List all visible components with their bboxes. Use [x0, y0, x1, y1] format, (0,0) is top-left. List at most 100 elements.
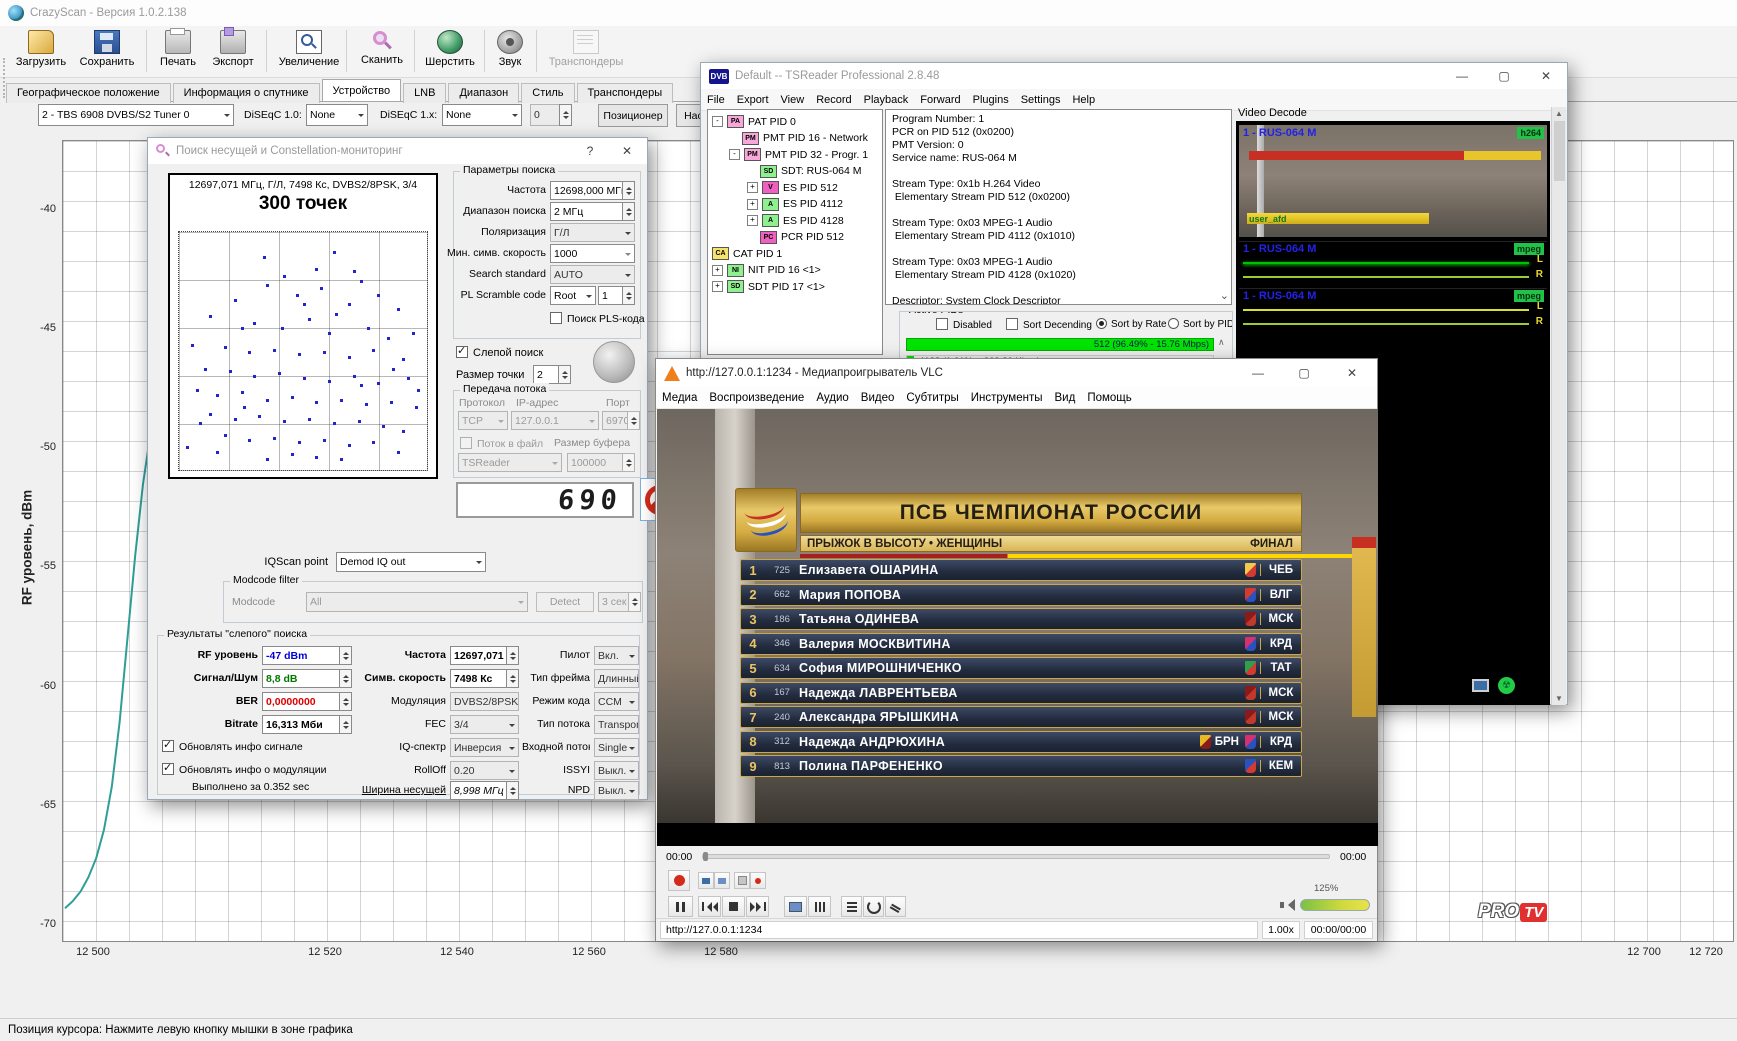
- tab-satellite-info[interactable]: Информация о спутнике: [173, 83, 320, 103]
- tree-item-pmt16[interactable]: PMPMT PID 16 - Network: [742, 131, 868, 146]
- menu-forward[interactable]: Forward: [914, 92, 966, 108]
- tuner-select[interactable]: 2 - TBS 6908 DVBS/S2 Tuner 0: [38, 104, 234, 126]
- vlc-video-area[interactable]: ПСБ ЧЕМПИОНАТ РОССИИ ПРЫЖОК В ВЫСОТУ • Ж…: [657, 409, 1378, 846]
- position-spinner[interactable]: [559, 104, 572, 126]
- polarization-select[interactable]: Г/Л: [550, 223, 635, 242]
- sound-button[interactable]: Звук: [490, 26, 530, 80]
- rf-level-input[interactable]: -47 dBm: [262, 646, 340, 665]
- search-standard-select[interactable]: AUTO: [550, 265, 635, 284]
- video-thumbnail[interactable]: 1 - RUS-064 M h264 user_afd: [1239, 125, 1547, 237]
- consumer-select[interactable]: TSReader: [458, 453, 562, 472]
- save-button[interactable]: Сохранить: [74, 26, 140, 80]
- snr-input[interactable]: 8,8 dB: [262, 669, 340, 688]
- port-input[interactable]: 6970: [602, 411, 628, 430]
- tree-item-es4112[interactable]: +AES PID 4112: [747, 197, 843, 212]
- previous-button[interactable]: [698, 896, 721, 917]
- tsreader-close-button[interactable]: ✕: [1525, 63, 1567, 89]
- snapshot-button[interactable]: [698, 872, 714, 889]
- ip-select[interactable]: 127.0.0.1: [511, 411, 599, 430]
- diseqc10-select[interactable]: None: [306, 104, 368, 126]
- input-stream-select[interactable]: Single: [594, 738, 639, 757]
- update-signal-checkbox[interactable]: Обновлять инфо сигнале: [162, 740, 303, 753]
- tab-range[interactable]: Диапазон: [448, 83, 519, 103]
- print-button[interactable]: Печать: [152, 26, 204, 80]
- search-range-input[interactable]: 2 МГц: [550, 202, 623, 221]
- stream-record-button[interactable]: [750, 872, 766, 889]
- tab-lnb[interactable]: LNB: [403, 83, 446, 103]
- pls-search-checkbox[interactable]: Поиск PLS-кода: [550, 312, 645, 325]
- position-input[interactable]: 0: [530, 104, 560, 126]
- stop-button[interactable]: [722, 896, 745, 917]
- menu-record[interactable]: Record: [810, 92, 857, 108]
- seek-slider[interactable]: [702, 854, 1330, 859]
- issyi-select[interactable]: Выкл.: [594, 761, 639, 780]
- modcode-select[interactable]: All: [306, 592, 528, 612]
- tree-item-es512[interactable]: +VES PID 512: [747, 180, 838, 195]
- pls-index-input[interactable]: 1: [598, 286, 623, 305]
- menu-subtitles[interactable]: Субтитры: [900, 390, 964, 406]
- menu-settings[interactable]: Settings: [1015, 92, 1067, 108]
- ber-input[interactable]: 0,0000000: [262, 692, 340, 711]
- fullscreen-button[interactable]: [784, 896, 807, 917]
- menu-export[interactable]: Export: [731, 92, 775, 108]
- tree-item-pmt32[interactable]: -PMPMT PID 32 - Progr. 1: [729, 147, 868, 162]
- update-modulation-checkbox[interactable]: Обновлять инфо о модуляции: [162, 763, 327, 776]
- menu-tools[interactable]: Инструменты: [965, 390, 1049, 406]
- scan-button[interactable]: Сканить: [354, 26, 410, 80]
- playlist-button[interactable]: [841, 896, 862, 917]
- iq-spectrum-select[interactable]: Инверсия: [450, 738, 519, 757]
- audio-thumbnail-1[interactable]: 1 - RUS-064 M mpeg L R: [1239, 241, 1547, 285]
- next-button[interactable]: [746, 896, 769, 917]
- pilot-select[interactable]: Вкл.: [594, 646, 639, 665]
- vlc-minimize-button[interactable]: —: [1235, 359, 1281, 387]
- menu-view[interactable]: View: [775, 92, 811, 108]
- positioner-button[interactable]: Позиционер: [598, 104, 668, 127]
- load-button[interactable]: Загрузить: [10, 26, 72, 80]
- carrier-width-link[interactable]: Ширина несущей: [354, 784, 446, 796]
- vlc-close-button[interactable]: ✕: [1327, 359, 1377, 387]
- bitrate-input[interactable]: 16,313 Мби: [262, 715, 340, 734]
- vlc-maximize-button[interactable]: ▢: [1281, 359, 1327, 387]
- menu-help[interactable]: Help: [1066, 92, 1101, 108]
- modulation-select[interactable]: DVBS2/8PSK: [450, 692, 519, 711]
- menu-media[interactable]: Медиа: [656, 390, 703, 406]
- audio-thumbnail-2[interactable]: 1 - RUS-064 M mpeg L R: [1239, 288, 1547, 332]
- dialog-close-button[interactable]: ✕: [607, 138, 647, 164]
- dot-size-input[interactable]: 2: [533, 365, 559, 384]
- protocol-select[interactable]: TCP: [458, 411, 508, 430]
- dialog-help-button[interactable]: ?: [573, 138, 607, 164]
- zoom-button[interactable]: Увеличение: [276, 26, 342, 80]
- playback-rate[interactable]: 1.00x: [1262, 921, 1300, 939]
- tree-item-es4128[interactable]: +AES PID 4128: [747, 213, 844, 228]
- stream-type-select[interactable]: Transport: [594, 715, 639, 734]
- frequency-input[interactable]: 12698,000 МГц: [550, 181, 623, 200]
- extended-settings-button[interactable]: [808, 896, 831, 917]
- video-decode-scrollbar[interactable]: ▲ ▼: [1551, 107, 1566, 705]
- record-button[interactable]: [668, 870, 690, 891]
- sort-by-rate-radio[interactable]: Sort by Rate: [1096, 318, 1167, 330]
- disabled-checkbox[interactable]: Disabled: [936, 318, 992, 331]
- scroll-down-chevron-icon[interactable]: ⌄: [1220, 289, 1229, 302]
- detect-interval-input[interactable]: 3 сек: [598, 592, 629, 612]
- menu-playback[interactable]: Воспроизведение: [703, 390, 810, 406]
- frame-step-button[interactable]: [734, 872, 750, 889]
- pl-scramble-select[interactable]: Root: [550, 286, 596, 305]
- buffer-size-input[interactable]: 100000: [567, 453, 623, 472]
- rolloff-select[interactable]: 0.20: [450, 761, 519, 780]
- carrier-width-input[interactable]: 8,998 МГц: [450, 781, 507, 800]
- blind-search-checkbox[interactable]: Слепой поиск: [456, 346, 543, 359]
- menu-file[interactable]: File: [701, 92, 731, 108]
- tab-style[interactable]: Стиль: [521, 83, 574, 103]
- pause-button[interactable]: [668, 896, 693, 917]
- tree-item-cat[interactable]: CACAT PID 1: [712, 246, 782, 261]
- code-mode-select[interactable]: CCM: [594, 692, 639, 711]
- sort-descending-checkbox[interactable]: Sort Decending: [1006, 318, 1092, 331]
- tree-item-sdt17[interactable]: +SDSDT PID 17 <1>: [712, 279, 825, 294]
- tree-item-sdt-service[interactable]: SDSDT: RUS-064 M: [760, 164, 862, 179]
- stream-to-file-checkbox[interactable]: Поток в файл: [460, 437, 543, 450]
- menu-view[interactable]: Вид: [1049, 390, 1082, 406]
- tree-item-pcr[interactable]: PCPCR PID 512: [760, 230, 844, 245]
- iqscan-select[interactable]: Demod IQ out: [336, 552, 486, 572]
- radiation-icon[interactable]: ☢: [1498, 677, 1515, 694]
- min-symbol-rate-select[interactable]: 1000: [550, 244, 635, 263]
